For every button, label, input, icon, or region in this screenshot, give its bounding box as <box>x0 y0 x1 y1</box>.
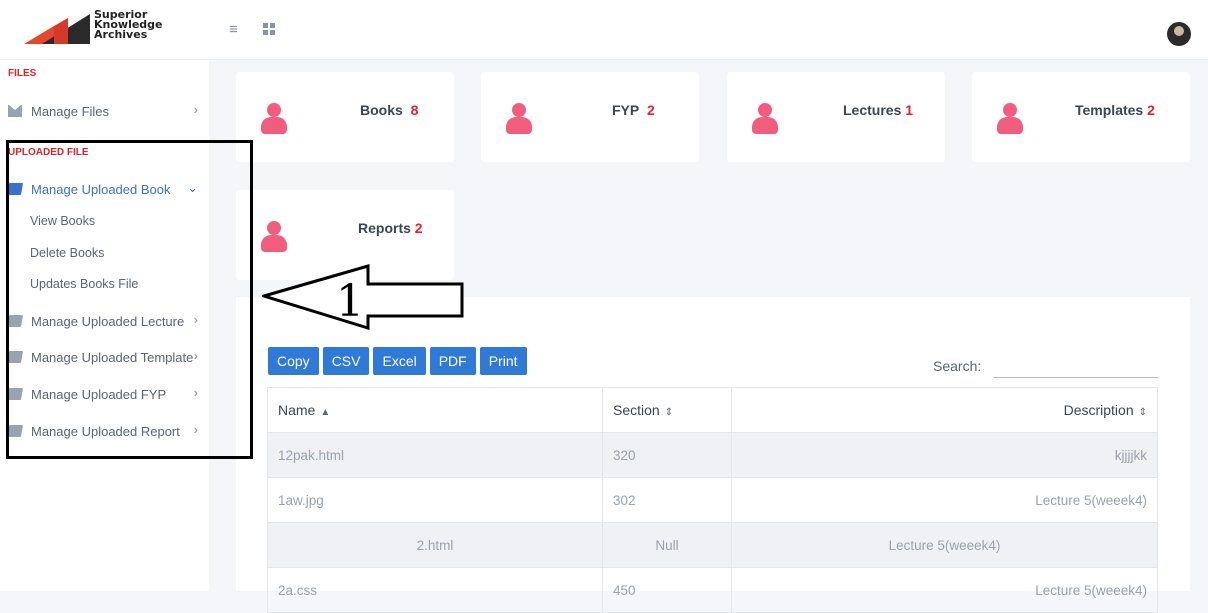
table-header-row: Name ▲ Section ⇕ Description ⇕ <box>267 387 1158 433</box>
annotation-number: 1 <box>336 276 364 327</box>
cell-description: Lecture 5(weeek4) <box>731 477 1158 523</box>
files-table: Name ▲ Section ⇕ Description ⇕ 12pak.html 3… <box>267 387 1158 613</box>
brand-logo[interactable]: Superior Knowledge Archives <box>24 9 196 44</box>
person-icon <box>506 103 532 135</box>
person-icon <box>261 221 287 253</box>
files-heading: FILES <box>8 68 37 79</box>
card-title: Templates 2 <box>1075 102 1155 118</box>
card-label: Books <box>360 102 403 118</box>
hamburger-icon[interactable]: ≡ <box>229 21 238 38</box>
card-label: Templates <box>1075 102 1144 118</box>
stat-card-lectures[interactable]: Lectures 1 <box>727 72 945 162</box>
card-count: 8 <box>410 102 419 118</box>
cell-name: 1aw.jpg <box>267 477 603 523</box>
table-row[interactable]: 2a.css 450 Lecture 5(weeek4) <box>267 567 1158 613</box>
export-toolbar: Copy CSV Excel PDF Print <box>268 347 531 375</box>
stat-card-fyp[interactable]: FYP 2 <box>481 72 699 162</box>
cell-name: 12pak.html <box>267 432 603 478</box>
card-label: Lectures <box>843 102 902 118</box>
table-row[interactable]: 12pak.html 320 kjjjjkk <box>267 432 1158 478</box>
cell-section: 320 <box>602 432 732 478</box>
chevron-right-icon: › <box>193 102 198 117</box>
card-count: 2 <box>414 220 423 236</box>
card-label: FYP <box>612 102 640 118</box>
top-bar: Superior Knowledge Archives ≡ <box>0 0 1208 60</box>
annotation-arrow-icon: 1 <box>262 264 464 331</box>
print-button[interactable]: Print <box>479 347 527 375</box>
sort-both-icon: ⇕ <box>664 407 674 418</box>
cell-description: Lecture 5(weeek4) <box>731 522 1158 568</box>
column-header-name[interactable]: Name ▲ <box>267 387 603 433</box>
cell-name: 2a.css <box>267 567 603 613</box>
sort-asc-icon: ▲ <box>320 407 331 418</box>
cell-name: 2.html <box>267 522 603 568</box>
sidebar-item-manage-files[interactable]: Manage Files › <box>8 100 198 122</box>
cell-description: Lecture 5(weeek4) <box>731 567 1158 613</box>
cell-description: kjjjjkk <box>731 432 1158 478</box>
envelope-icon <box>8 105 22 117</box>
card-label: Reports <box>358 220 411 236</box>
table-row[interactable]: 2.html Null Lecture 5(weeek4) <box>267 522 1158 568</box>
person-icon <box>752 103 778 135</box>
brand-line-3: Archives <box>94 28 148 41</box>
cell-section: 450 <box>602 567 732 613</box>
csv-button[interactable]: CSV <box>322 347 370 375</box>
table-row[interactable]: 1aw.jpg 302 Lecture 5(weeek4) <box>267 477 1158 523</box>
pdf-button[interactable]: PDF <box>429 347 476 375</box>
search-label: Search: <box>933 358 982 374</box>
card-title: Books 8 <box>360 102 418 118</box>
cell-section: Null <box>602 522 732 568</box>
person-icon <box>261 103 287 135</box>
cell-section: 302 <box>602 477 732 523</box>
logo-mark-icon <box>24 14 90 44</box>
annotation-highlight-box <box>6 140 253 459</box>
sidebar-item-label: Manage Files <box>31 103 110 119</box>
card-title: FYP 2 <box>612 102 655 118</box>
card-title: Reports 2 <box>358 220 423 236</box>
column-header-section[interactable]: Section ⇕ <box>602 387 732 433</box>
card-count: 1 <box>905 102 914 118</box>
grid-icon[interactable] <box>263 23 275 35</box>
stat-card-templates[interactable]: Templates 2 <box>972 72 1190 162</box>
card-count: 2 <box>647 102 655 118</box>
sort-both-icon: ⇕ <box>1138 407 1147 418</box>
excel-button[interactable]: Excel <box>373 347 426 375</box>
stat-card-books[interactable]: Books 8 <box>236 72 454 162</box>
person-icon <box>997 103 1023 135</box>
card-title: Lectures 1 <box>843 102 913 118</box>
column-header-description[interactable]: Description ⇕ <box>731 387 1158 433</box>
search-input[interactable] <box>993 354 1158 378</box>
copy-button[interactable]: Copy <box>268 347 319 375</box>
avatar[interactable] <box>1167 22 1191 46</box>
card-count: 2 <box>1147 102 1155 118</box>
brand-name: Superior Knowledge Archives <box>94 9 163 41</box>
